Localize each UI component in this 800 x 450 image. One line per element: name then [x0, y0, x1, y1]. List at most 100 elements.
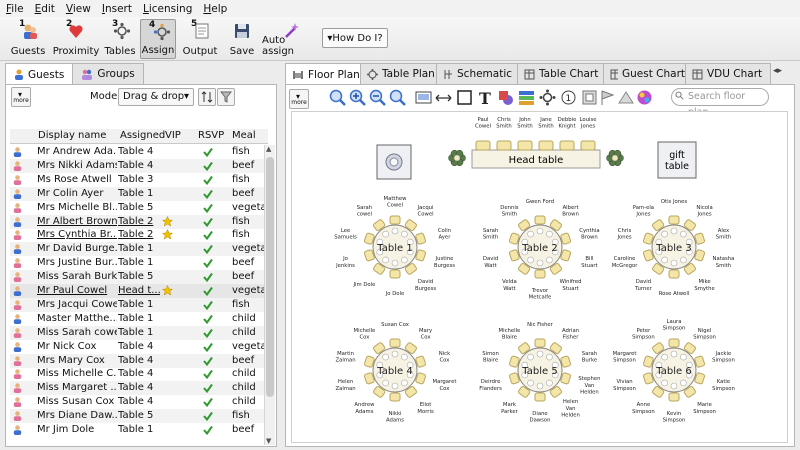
round-table[interactable]: Table 3Otis JonesNicolaJonesAlexSmithNat… [612, 199, 735, 297]
round-table[interactable]: Table 1MatthewCowel JacquiCowelColinAyerJ… [334, 196, 455, 297]
tab-vdu-chart[interactable]: VDU Chart [685, 63, 771, 84]
guest-name: Master Matthe... [37, 312, 117, 324]
assign-button[interactable]: 4 Assign [140, 19, 176, 59]
seat-name-line: John [518, 117, 531, 123]
guest-row[interactable]: Mr Jim Dole Table 1 beef [10, 423, 268, 437]
zoom-reset-button[interactable] [388, 88, 407, 107]
guest-row[interactable]: Mrs Mary Cox Table 4 beef [10, 353, 268, 368]
seat-name-line: Burgess [415, 286, 436, 292]
tab-schematic[interactable]: Schematic [436, 63, 518, 84]
zoom-out-button[interactable] [368, 88, 387, 107]
search-floor-plan-input[interactable]: Search floor plan [671, 88, 769, 118]
guest-row[interactable]: Mrs Michelle Bl...Table 5 vegetar... [10, 201, 268, 215]
seat-name-line: Simpson [663, 418, 686, 424]
guest-row[interactable]: Mrs Nikki Adams Table 4 beef [10, 158, 268, 173]
guest-row[interactable]: Mrs Diane Daw... Table 5 fish [10, 409, 268, 424]
scroll-up-icon[interactable]: ▲ [266, 145, 271, 153]
screen-button[interactable] [414, 88, 433, 107]
menu-licensing[interactable]: Licensing [143, 3, 192, 15]
guest-row[interactable]: Mrs Jacqui Cowel Table 1 fish [10, 297, 268, 312]
guest-row[interactable]: Mrs Cynthia Br... Table 2 fish [10, 228, 268, 242]
numbering-button[interactable]: 1 [559, 88, 578, 107]
round-table[interactable]: Table 2Gwen FordAlbertBrownCynthiaBrownB… [483, 199, 600, 301]
more-button-floor[interactable]: more [289, 84, 309, 110]
person-icon [13, 411, 22, 422]
sort-button[interactable] [198, 88, 216, 106]
seat-name-line: Brown [581, 234, 598, 240]
col-display-name[interactable]: Display name [38, 130, 106, 141]
mode-select[interactable]: Drag & drop [118, 88, 194, 106]
round-table[interactable]: Table 5Nic FisherAdrianFisherSarahBurkeS… [479, 322, 600, 424]
output-button[interactable]: 5 Output [182, 19, 218, 59]
gift-table[interactable]: gifttable [657, 141, 697, 179]
align-button[interactable] [517, 88, 536, 107]
guest-meal: fish [232, 298, 250, 310]
menu-edit[interactable]: Edit [35, 3, 55, 15]
menu-file[interactable]: File [6, 3, 24, 15]
proximity-button[interactable]: 2 Proximity [53, 19, 100, 59]
guest-row[interactable]: Mr Albert Brown Table 2 fish [10, 214, 268, 229]
guest-row[interactable]: Master Matthe... Table 1 child [10, 312, 268, 326]
filter-button[interactable] [217, 88, 235, 106]
more-button[interactable]: more [11, 82, 31, 108]
text-icon: T [479, 89, 491, 106]
save-button[interactable]: Save [226, 19, 258, 59]
guest-row[interactable]: Mr Paul Cowel Head t... vegetar... [10, 284, 268, 298]
how-do-i-button[interactable]: ▾How Do I? [322, 28, 388, 48]
tab-guest-chart[interactable]: Guest Chart [603, 63, 686, 84]
guest-row[interactable]: Mr Colin Ayer Table 1 beef [10, 186, 268, 201]
menu-view[interactable]: View [66, 3, 91, 15]
menu-insert[interactable]: Insert [102, 3, 132, 15]
guest-row[interactable]: Miss Susan Cox Table 4 child [10, 395, 268, 409]
col-vip[interactable]: VIP [165, 130, 181, 141]
text-button[interactable]: T [475, 88, 494, 107]
round-table[interactable]: Table 4Susan CoxMaryCoxNickCoxMargaretCo… [335, 322, 456, 424]
col-rsvp[interactable]: RSVP [198, 130, 224, 141]
tab-table-plan[interactable]: Table Plan [360, 63, 437, 84]
zoom-fit-button[interactable] [328, 88, 347, 107]
tab-table-chart[interactable]: Table Chart [517, 63, 604, 84]
cake-table[interactable] [376, 144, 412, 180]
guest-row[interactable]: Miss Michelle C... Table 4 child [10, 367, 268, 381]
col-assigned[interactable]: Assigned [120, 130, 165, 141]
head-table[interactable]: Head tablePaulCowelChrisSmithJohnSmithJa… [471, 117, 601, 169]
guest-row[interactable]: Mr David Burge...Table 1 vegetar... [10, 242, 268, 257]
guest-row[interactable]: Miss Margaret ... Table 4 child [10, 381, 268, 396]
tab-groups[interactable]: Groups [72, 63, 144, 84]
guest-row[interactable]: Ms Rose Atwell Table 3 fish [10, 173, 268, 187]
seat-name-line: Cox [421, 334, 431, 340]
tab-scroll-arrows[interactable]: ◂▸ [773, 66, 782, 76]
guest-row[interactable]: Mr Nick Cox Table 4 vegetar... [10, 340, 268, 354]
layers-button[interactable] [580, 88, 599, 107]
round-table[interactable]: Table 6LauraSimpson NigelSimpsonJackieSim… [613, 319, 735, 424]
guest-row[interactable]: Mr Andrew Ada... Table 4 fish [10, 145, 268, 159]
background-button[interactable] [616, 88, 635, 107]
table-add-button[interactable] [538, 88, 557, 107]
resize-button[interactable] [434, 88, 453, 107]
floor-plan-canvas[interactable]: Head table Paul Cowel Chris Smith John Smith Ja… [291, 111, 788, 443]
rectangle-button[interactable] [455, 88, 474, 107]
flag-button[interactable] [598, 88, 617, 107]
menu-help[interactable]: Help [203, 3, 227, 15]
guest-row[interactable]: Mrs Justine Bur... Table 1 beef [10, 256, 268, 270]
color-button[interactable] [635, 88, 654, 107]
seat-name-line: Watt [503, 286, 515, 292]
col-meal[interactable]: Meal [232, 130, 256, 141]
guest-row[interactable]: Miss Sarah cowel Table 1 child [10, 325, 268, 340]
rsvp-check-icon [203, 356, 213, 366]
guest-row[interactable]: Miss Sarah Burke Table 5 beef [10, 270, 268, 285]
guests-button[interactable]: 1 Guests [10, 19, 46, 59]
guest-list-scrollbar[interactable]: ▲ ▼ [264, 145, 275, 445]
tables-button[interactable]: 3 Tables [104, 19, 136, 59]
tab-floor-plan[interactable]: Floor Plan [285, 63, 361, 85]
auto-assign-button[interactable]: Auto assign [262, 19, 318, 59]
zoom-in-button[interactable] [348, 88, 367, 107]
flower-decoration-icon[interactable] [606, 149, 624, 167]
scrollbar-thumb[interactable] [266, 157, 274, 397]
tab-guests[interactable]: Guests [5, 63, 74, 85]
scroll-down-icon[interactable]: ▼ [266, 437, 271, 445]
shapes-button[interactable] [496, 88, 515, 107]
flower-decoration-icon[interactable] [448, 149, 466, 167]
seat-name: LeeSamuels [334, 228, 357, 241]
guest-meal: child [232, 368, 256, 380]
